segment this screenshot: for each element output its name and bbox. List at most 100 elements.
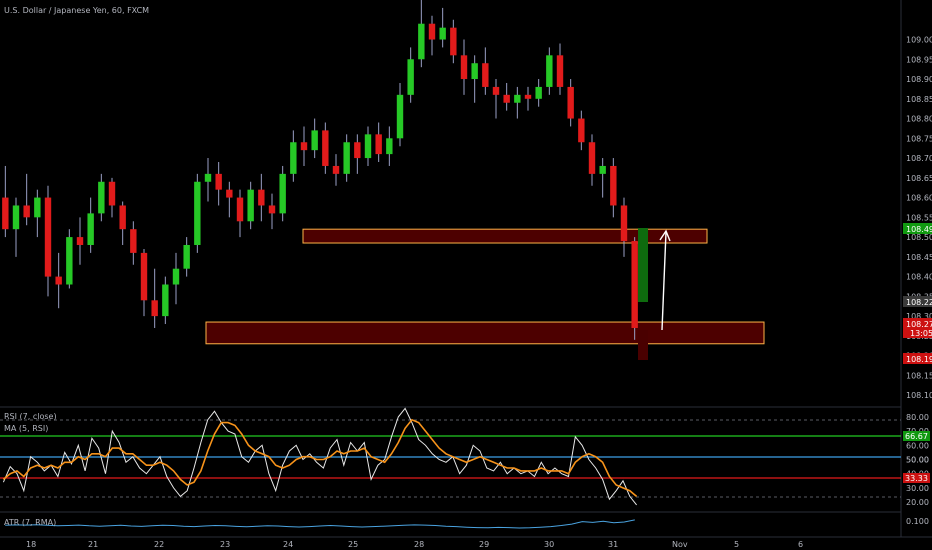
target-price-text: 108.490 (906, 225, 932, 234)
price-tick-label: 108.90 (906, 75, 932, 84)
price-tick-label: 108.80 (906, 115, 932, 124)
candle-down (23, 205, 30, 218)
time-tick-label: 30 (544, 540, 554, 549)
candle-down (44, 197, 52, 277)
price-tick-label: 108.15 (906, 371, 932, 380)
candle-down (258, 189, 265, 206)
candle-up (183, 244, 190, 269)
countdown-text: 13:05 (910, 329, 932, 338)
time-tick-label: 22 (154, 540, 164, 549)
last-price-text: 108.273 (906, 320, 932, 329)
rsi-high-tag-text: 66.67 (905, 432, 928, 441)
rsi-tick-label: 20.00 (906, 498, 929, 507)
candle-up (34, 197, 41, 218)
time-tick-label: 5 (734, 540, 739, 549)
candle-up (162, 284, 169, 317)
time-tick-label: 29 (479, 540, 489, 549)
price-tick-label: 108.70 (906, 154, 932, 163)
time-tick-label: 31 (608, 540, 618, 549)
candle-up (407, 59, 414, 95)
candle-down (631, 241, 638, 328)
price-tick-label: 108.65 (906, 174, 932, 183)
symbol-title: U.S. Dollar / Japanese Yen, 60, FXCM (4, 6, 149, 15)
candle-down (460, 55, 468, 80)
rsi-tick-label: 80.00 (906, 413, 929, 422)
candle-down (620, 205, 628, 242)
candle-down (108, 181, 116, 206)
take-profit-box[interactable] (638, 228, 648, 302)
candle-up (599, 165, 606, 174)
candle-down (55, 276, 62, 285)
rsi-low-tag-text: 33.33 (905, 474, 928, 483)
candle-down (332, 165, 340, 174)
stop-price-text: 108.190 (906, 355, 932, 364)
candle-down (524, 94, 532, 99)
candle-down (492, 86, 500, 95)
candle-down (151, 300, 158, 317)
usdjpy-chart[interactable]: 109.00 108.95 108.90 108.85 108.80 108.75 108.… (0, 0, 932, 550)
candle-down (567, 86, 574, 119)
candle-up (471, 63, 478, 80)
candle-up (311, 130, 318, 151)
candle-down (588, 142, 596, 174)
current-price-text: 108.220 (906, 298, 932, 307)
rsi-tick-label: 30.00 (906, 484, 929, 493)
candle-down (268, 205, 276, 214)
time-tick-label: 18 (26, 540, 36, 549)
candle-up (172, 268, 180, 285)
time-tick-label: 24 (283, 540, 293, 549)
rsi-ma-title: MA (5, RSI) (4, 424, 48, 433)
candle-down (482, 63, 489, 87)
candle-down (236, 197, 244, 222)
price-tick-label: 108.75 (906, 134, 932, 143)
candle-down (578, 118, 585, 143)
candle-up (204, 173, 212, 182)
stop-loss-box[interactable] (638, 330, 648, 360)
candle-down (322, 130, 329, 166)
candle-down (215, 173, 222, 190)
price-tick-label: 108.45 (906, 253, 932, 262)
candle-down (119, 205, 126, 230)
candle-up (396, 94, 404, 139)
candle-up (386, 138, 393, 155)
candle-up (12, 205, 20, 230)
time-tick-label: 28 (414, 540, 424, 549)
time-tick-label: 6 (798, 540, 803, 549)
candle-down (375, 134, 382, 155)
rsi-mid-tag-text: 50.00 (906, 456, 929, 465)
candle-down (226, 189, 233, 198)
price-tick-label: 108.55 (906, 213, 932, 222)
candle-up (194, 181, 201, 245)
time-tick-label: Nov (672, 540, 688, 549)
time-tick-label: 25 (348, 540, 358, 549)
candle-up (98, 181, 105, 214)
zone-box[interactable] (205, 321, 765, 345)
candle-up (546, 55, 553, 87)
candle-down (2, 197, 9, 230)
candle-down (76, 237, 84, 245)
candle-up (279, 173, 286, 214)
atr-tick-label: 0.100 (906, 517, 929, 526)
price-tick-label: 108.60 (906, 194, 932, 203)
candle-down (130, 229, 137, 253)
candle-up (535, 86, 542, 99)
price-tick-label: 108.95 (906, 55, 932, 64)
candle-down (450, 27, 457, 56)
atr-title: ATR (7, RMA) (4, 518, 56, 527)
candle-down (140, 252, 148, 301)
candle-up (418, 23, 425, 60)
price-tick-label: 108.10 (906, 391, 932, 400)
price-tick-label: 108.40 (906, 273, 932, 282)
time-tick-label: 23 (220, 540, 230, 549)
candle-down (428, 23, 436, 40)
candle-down (556, 55, 564, 87)
candle-down (503, 94, 510, 103)
rsi-title: RSI (7, close) (4, 412, 57, 421)
rsi-tick-label: 60.00 (906, 441, 929, 450)
candle-up (514, 94, 521, 103)
price-tick-label: 108.50 (906, 233, 932, 242)
candle-down (610, 165, 617, 206)
candle-up (247, 189, 254, 222)
candle-up (66, 237, 73, 285)
price-tick-label: 109.00 (906, 36, 932, 45)
